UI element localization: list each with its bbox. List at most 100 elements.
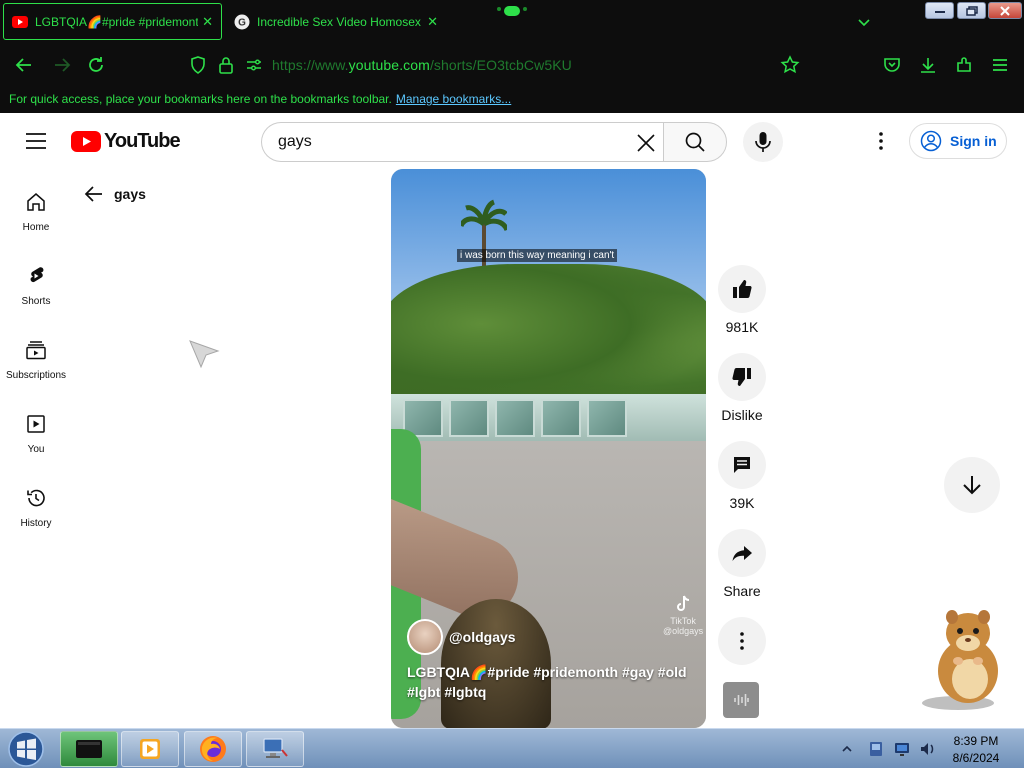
tab-youtube-short[interactable]: LGBTQIA🌈#pride #pridemonth ✕ (3, 3, 222, 40)
clock-time: 8:39 PM (953, 734, 999, 748)
search-query: gays (278, 133, 312, 150)
share-button[interactable]: Share (718, 529, 766, 599)
taskbar-app-firefox[interactable] (184, 731, 242, 767)
permissions-icon[interactable] (244, 55, 264, 75)
audio-waveform-icon (734, 694, 749, 706)
back-label: gays (114, 186, 146, 202)
network-tray-icon[interactable] (892, 739, 912, 759)
sidebar-item-shorts[interactable]: Shorts (0, 265, 72, 307)
thumbs-down-icon (732, 368, 751, 386)
close-tab-icon[interactable]: ✕ (202, 14, 213, 30)
tray-app-icon[interactable] (866, 739, 886, 759)
guide-menu-icon[interactable] (20, 129, 52, 153)
settings-more-button[interactable] (869, 129, 893, 153)
downloads-icon[interactable] (918, 55, 938, 75)
back-to-search-button[interactable]: gays (84, 184, 146, 204)
tab-title: Incredible Sex Video Homosex (257, 14, 421, 29)
sign-in-button[interactable]: Sign in (909, 123, 1007, 159)
more-actions-circle[interactable] (718, 617, 766, 665)
hamburger-menu-icon[interactable] (990, 55, 1010, 75)
pocket-icon[interactable] (882, 55, 902, 75)
sidebar-item-label: History (20, 518, 52, 529)
like-button[interactable]: 981K (718, 265, 766, 335)
search-input[interactable]: gays (261, 122, 663, 162)
microphone-icon (755, 132, 771, 152)
dislike-button[interactable]: Dislike (718, 353, 766, 423)
clear-search-icon[interactable] (635, 132, 657, 154)
svg-text:G: G (238, 17, 246, 28)
bookmark-star-icon[interactable] (780, 55, 800, 75)
comments-button[interactable]: 39K (718, 441, 766, 511)
windows-taskbar: 8:39 PM 8/6/2024 (0, 728, 1024, 768)
taskbar-clock[interactable]: 8:39 PM 8/6/2024 (936, 733, 1016, 767)
reload-icon[interactable] (86, 55, 106, 75)
url-bar[interactable]: https://www.youtube.com/shorts/EO3tcbCw5… (272, 57, 572, 73)
channel-name[interactable]: @oldgays (449, 629, 516, 645)
tiktok-watermark-label: TikTok (670, 616, 696, 626)
arrow-back-icon (84, 186, 102, 202)
like-circle[interactable] (718, 265, 766, 313)
next-video-button[interactable] (944, 457, 1000, 513)
sidebar-item-home[interactable]: Home (0, 191, 72, 233)
restore-button[interactable] (957, 2, 986, 19)
youtube-favicon-icon (12, 15, 28, 28)
voice-search-button[interactable] (743, 122, 783, 162)
bookmarks-toolbar: For quick access, place your bookmarks h… (0, 86, 1024, 113)
forward-arrow-icon[interactable] (52, 55, 72, 75)
close-tab-icon[interactable]: ✕ (427, 14, 438, 30)
like-count: 981K (725, 319, 759, 335)
video-frame-glass-blocks (391, 399, 631, 441)
subscriptions-icon (26, 341, 46, 360)
url-host: youtube.com (348, 57, 430, 73)
shorts-video-player[interactable]: i was born this way meaning i can't TikT… (391, 169, 706, 728)
start-button-icon[interactable] (6, 730, 46, 768)
video-title[interactable]: LGBTQIA🌈#pride #pridemonth #gay #old #lg… (407, 662, 692, 702)
volume-tray-icon[interactable] (918, 739, 938, 759)
more-vert-icon (879, 132, 883, 150)
minimize-button[interactable] (925, 2, 954, 19)
close-icon (1000, 5, 1010, 16)
taskbar-app-media-player[interactable] (121, 731, 179, 767)
account-circle-icon (920, 130, 942, 152)
restore-icon (965, 5, 978, 16)
url-prefix: https://www. (272, 57, 349, 73)
minimize-icon (934, 10, 945, 13)
sidebar-item-label: You (27, 444, 45, 455)
sidebar-item-label: Shorts (21, 296, 51, 307)
lock-icon[interactable] (216, 55, 236, 75)
sound-thumbnail-button[interactable] (723, 682, 759, 718)
browser-tab-strip: LGBTQIA🌈#pride #pridemonth ✕ G Incredibl… (0, 0, 1024, 44)
comment-count: 39K (729, 495, 755, 511)
taskbar-app-network[interactable] (246, 731, 304, 767)
taskbar-app-terminal[interactable] (60, 731, 118, 767)
search-button[interactable] (663, 122, 727, 162)
sidebar-item-you[interactable]: You (0, 413, 72, 455)
site-favicon-icon: G (234, 14, 250, 29)
clock-date: 8/6/2024 (952, 751, 1000, 765)
close-window-button[interactable] (988, 2, 1022, 19)
avatar[interactable] (407, 619, 443, 655)
show-hidden-icons-icon[interactable] (840, 742, 854, 756)
channel-row[interactable]: @oldgays (407, 619, 516, 655)
youtube-logo[interactable]: YouTube (71, 130, 181, 153)
sidebar-item-history[interactable]: History (0, 487, 72, 529)
tiktok-watermark-user: @oldgays (663, 626, 704, 636)
video-frame-trees (391, 264, 706, 414)
more-actions-button[interactable] (718, 617, 766, 665)
you-icon (27, 415, 45, 433)
manage-bookmarks-link[interactable]: Manage bookmarks... (396, 92, 511, 106)
tab-other[interactable]: G Incredible Sex Video Homosex ✕ (226, 3, 446, 40)
dislike-circle[interactable] (718, 353, 766, 401)
back-arrow-icon[interactable] (14, 55, 34, 75)
sidebar-item-subscriptions[interactable]: Subscriptions (0, 339, 72, 381)
navigation-toolbar: https://www.youtube.com/shorts/EO3tcbCw5… (0, 44, 1024, 86)
video-caption-overlay: i was born this way meaning i can't (457, 249, 618, 262)
media-player-icon (140, 739, 160, 759)
share-circle[interactable] (718, 529, 766, 577)
tracking-protection-shield-icon[interactable] (188, 55, 208, 75)
share-icon (732, 546, 752, 561)
extensions-icon[interactable] (954, 55, 974, 75)
list-all-tabs-icon[interactable] (856, 14, 872, 30)
comments-circle[interactable] (718, 441, 766, 489)
share-label: Share (723, 583, 761, 599)
